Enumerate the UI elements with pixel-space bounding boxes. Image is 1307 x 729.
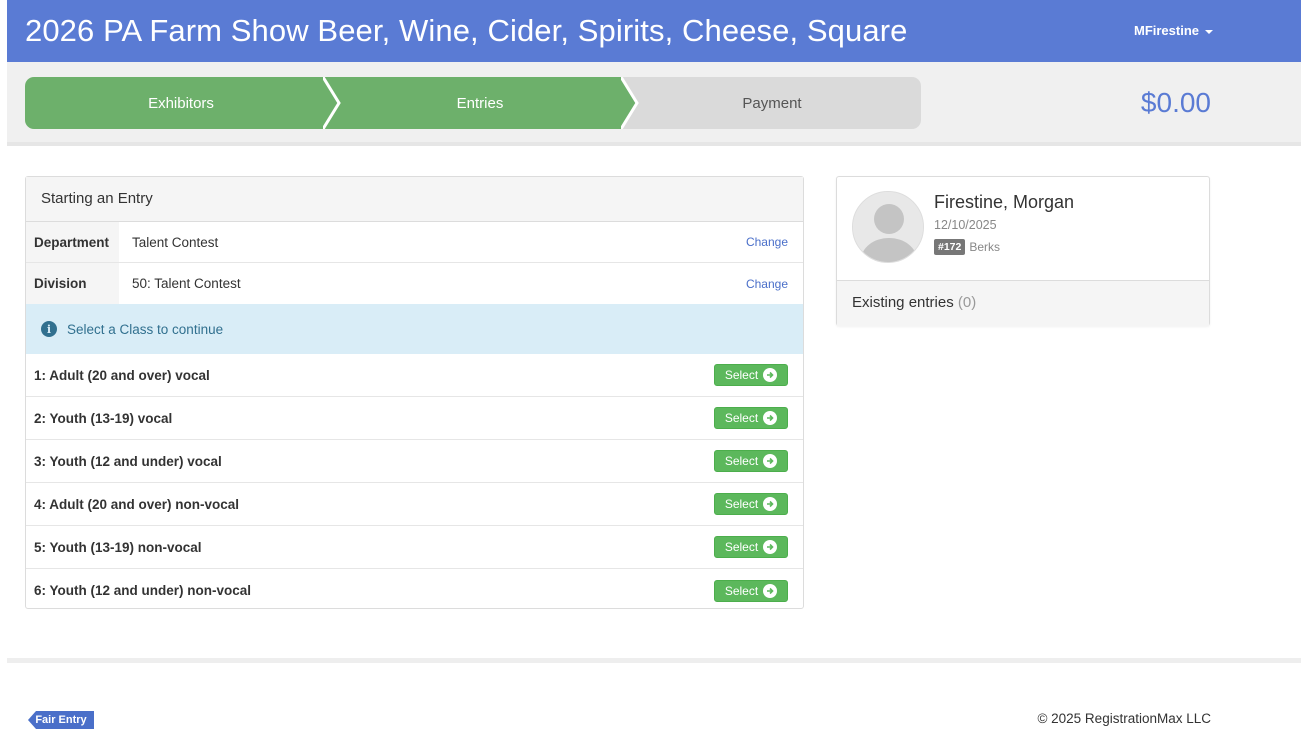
class-name: 3: Youth (12 and under) vocal xyxy=(34,453,222,469)
division-row: Division 50: Talent Contest Change xyxy=(26,263,803,304)
class-name: 5: Youth (13-19) non-vocal xyxy=(34,539,202,555)
class-name: 6: Youth (12 and under) non-vocal xyxy=(34,583,252,598)
step-separator-icon xyxy=(323,77,341,129)
arrow-right-icon xyxy=(763,540,778,554)
class-row: 5: Youth (13-19) non-vocal Select xyxy=(26,526,803,569)
step-label: Exhibitors xyxy=(148,94,214,112)
select-class-button[interactable]: Select xyxy=(714,407,788,429)
entry-panel: Starting an Entry Department Talent Cont… xyxy=(25,176,804,609)
caret-down-icon xyxy=(1205,29,1213,34)
footer-divider xyxy=(7,658,1301,663)
class-row: 1: Adult (20 and over) vocal Select xyxy=(26,354,803,397)
department-label: Department xyxy=(26,222,119,262)
select-label: Select xyxy=(724,497,759,511)
exhibitor-card: Firestine, Morgan 12/10/2025 #172 Berks … xyxy=(836,176,1210,326)
progress-strip: Exhibitors Entries Payment $0.00 xyxy=(7,62,1301,146)
arrow-right-icon xyxy=(763,411,778,425)
arrow-right-icon xyxy=(763,583,778,598)
step-label: Payment xyxy=(742,94,802,112)
page-title: 2026 PA Farm Show Beer, Wine, Cider, Spi… xyxy=(25,13,908,48)
info-alert: i Select a Class to continue xyxy=(26,304,803,354)
exhibitor-county: Berks xyxy=(969,240,1001,254)
panel-heading: Starting an Entry xyxy=(26,177,803,222)
select-class-button[interactable]: Select xyxy=(714,493,788,515)
info-icon: i xyxy=(41,321,57,337)
class-name: 2: Youth (13-19) vocal xyxy=(34,410,173,426)
select-class-button[interactable]: Select xyxy=(714,450,788,472)
arrow-right-icon xyxy=(763,497,778,511)
class-row: 4: Adult (20 and over) non-vocal Select xyxy=(26,483,803,526)
select-label: Select xyxy=(724,583,759,598)
division-label: Division xyxy=(26,263,119,304)
cart-total: $0.00 xyxy=(1140,87,1211,118)
step-payment[interactable]: Payment xyxy=(623,77,921,129)
app-header: 2026 PA Farm Show Beer, Wine, Cider, Spi… xyxy=(7,0,1301,62)
select-label: Select xyxy=(724,368,759,382)
user-name: MFirestine xyxy=(1133,23,1199,38)
class-name: 1: Adult (20 and over) vocal xyxy=(34,367,210,383)
exhibitor-date: 12/10/2025 xyxy=(934,218,997,232)
alert-text: Select a Class to continue xyxy=(67,321,224,337)
fair-entry-logo[interactable]: Fair Entry xyxy=(28,711,94,729)
select-label: Select xyxy=(724,411,759,425)
user-silhouette-icon xyxy=(853,192,923,262)
change-department-link[interactable]: Change xyxy=(746,235,788,249)
copyright: © 2025 RegistrationMax LLC xyxy=(1037,711,1211,726)
change-division-link[interactable]: Change xyxy=(746,277,788,291)
arrow-right-icon xyxy=(763,454,778,468)
department-value: Talent Contest xyxy=(132,234,219,250)
class-row: 3: Youth (12 and under) vocal Select xyxy=(26,440,803,483)
step-label: Entries xyxy=(456,94,504,112)
existing-entries[interactable]: Existing entries (0) xyxy=(837,280,1209,326)
avatar xyxy=(852,191,924,263)
existing-entries-label: Existing entries xyxy=(852,294,954,311)
existing-entries-count: (0) xyxy=(957,294,977,311)
select-class-button[interactable]: Select xyxy=(714,364,788,386)
class-row: 2: Youth (13-19) vocal Select xyxy=(26,397,803,440)
select-class-button[interactable]: Select xyxy=(714,536,788,558)
user-menu[interactable]: MFirestine xyxy=(1134,23,1213,38)
department-row: Department Talent Contest Change xyxy=(26,222,803,263)
class-name: 4: Adult (20 and over) non-vocal xyxy=(34,496,240,512)
division-value: 50: Talent Contest xyxy=(132,276,241,291)
progress-steps: Exhibitors Entries Payment xyxy=(25,77,921,129)
arrow-right-icon xyxy=(763,368,778,382)
select-label: Select xyxy=(724,540,759,554)
step-entries[interactable]: Entries xyxy=(325,77,635,129)
step-exhibitors[interactable]: Exhibitors xyxy=(25,77,337,129)
exhibitor-number-badge: #172 xyxy=(934,239,966,255)
select-class-button[interactable]: Select xyxy=(714,579,788,602)
exhibitor-meta: #172 Berks xyxy=(934,239,1000,255)
select-label: Select xyxy=(724,454,759,468)
step-separator-icon xyxy=(621,77,639,129)
exhibitor-name[interactable]: Firestine, Morgan xyxy=(934,192,1074,213)
class-row: 6: Youth (12 and under) non-vocal Select xyxy=(26,569,803,612)
